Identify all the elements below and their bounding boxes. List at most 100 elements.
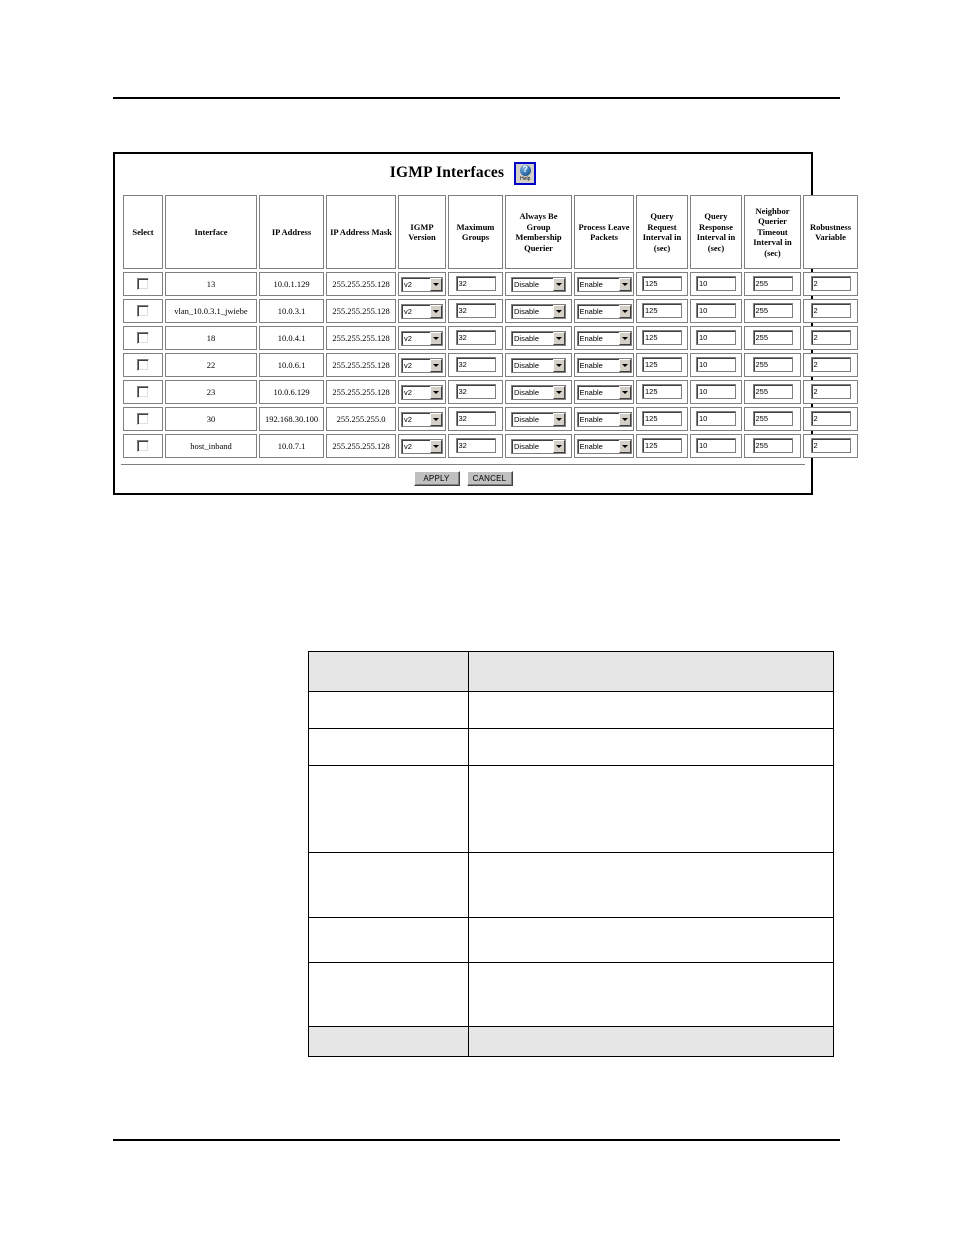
always-be-querier-select[interactable]: Disable <box>511 276 566 292</box>
query-response-interval-input[interactable]: 10 <box>696 410 736 426</box>
chevron-down-icon <box>618 385 631 399</box>
help-button[interactable]: Help <box>514 161 537 185</box>
neighbor-querier-timeout-input[interactable]: 255 <box>752 437 793 453</box>
maximum-groups-input[interactable]: 32 <box>455 437 496 453</box>
always-be-querier-select[interactable]: Disable <box>511 438 566 454</box>
row-select-cell <box>123 407 163 431</box>
always-be-querier-select-cell: Disable <box>505 434 572 458</box>
igmp-version-select-value: v2 <box>404 414 412 424</box>
query-request-interval-input[interactable]: 125 <box>642 275 682 291</box>
col-header-robustness: Robustness Variable <box>803 195 858 269</box>
maximum-groups-input[interactable]: 32 <box>455 410 496 426</box>
maximum-groups-input[interactable]: 32 <box>455 383 496 399</box>
query-response-interval-input[interactable]: 10 <box>696 383 736 399</box>
neighbor-querier-timeout-input[interactable]: 255 <box>752 383 793 399</box>
maximum-groups-input-cell: 32 <box>448 326 503 350</box>
always-be-querier-select[interactable]: Disable <box>511 411 566 427</box>
ip-address: 10.0.6.1 <box>259 353 324 377</box>
row-select-checkbox[interactable] <box>137 359 149 372</box>
ip-address-mask-text: 255.255.255.128 <box>332 441 390 451</box>
always-be-querier-select[interactable]: Disable <box>511 384 566 400</box>
query-response-interval-input[interactable]: 10 <box>696 302 736 318</box>
row-select-checkbox[interactable] <box>137 332 149 345</box>
igmp-version-select[interactable]: v2 <box>401 303 443 319</box>
always-be-querier-select-cell: Disable <box>505 353 572 377</box>
query-request-interval-input-cell: 125 <box>636 380 688 404</box>
neighbor-querier-timeout-input[interactable]: 255 <box>752 356 793 372</box>
maximum-groups-input-cell: 32 <box>448 353 503 377</box>
process-leave-packets-select[interactable]: Enable <box>576 411 632 427</box>
row-select-checkbox[interactable] <box>137 386 149 399</box>
maximum-groups-input[interactable]: 32 <box>455 275 496 291</box>
cancel-button[interactable]: CANCEL <box>466 471 513 486</box>
robustness-variable-input[interactable]: 2 <box>810 383 851 399</box>
robustness-variable-input[interactable]: 2 <box>810 329 851 345</box>
query-response-interval-input[interactable]: 10 <box>696 356 736 372</box>
always-be-querier-select[interactable]: Disable <box>511 303 566 319</box>
neighbor-querier-timeout-input-cell: 255 <box>744 299 801 323</box>
robustness-variable-input[interactable]: 2 <box>810 275 851 291</box>
row-select-checkbox[interactable] <box>137 413 149 426</box>
query-request-interval-input[interactable]: 125 <box>642 302 682 318</box>
page-top-rule <box>113 97 840 99</box>
robustness-variable-input[interactable]: 2 <box>810 410 851 426</box>
apply-button[interactable]: APPLY <box>413 471 460 486</box>
reference-header-cell-b <box>468 651 834 692</box>
neighbor-querier-timeout-input[interactable]: 255 <box>752 410 793 426</box>
process-leave-packets-select[interactable]: Enable <box>576 303 632 319</box>
query-request-interval-input-cell: 125 <box>636 353 688 377</box>
reference-cell-b <box>468 765 834 853</box>
always-be-querier-select-cell: Disable <box>505 326 572 350</box>
query-response-interval-input-cell: 10 <box>690 299 742 323</box>
row-select-checkbox[interactable] <box>137 305 149 318</box>
robustness-variable-input[interactable]: 2 <box>810 437 851 453</box>
ip-address: 10.0.4.1 <box>259 326 324 350</box>
table-row: 30 192.168.30.100 255.255.255.0 v2 32 Disable… <box>123 407 858 431</box>
query-request-interval-input[interactable]: 125 <box>642 356 682 372</box>
igmp-version-select[interactable]: v2 <box>401 330 443 346</box>
process-leave-packets-select[interactable]: Enable <box>576 276 632 292</box>
process-leave-packets-select-value: Enable <box>579 387 603 397</box>
process-leave-packets-select[interactable]: Enable <box>576 330 632 346</box>
query-request-interval-input[interactable]: 125 <box>642 437 682 453</box>
query-request-interval-input[interactable]: 125 <box>642 383 682 399</box>
reference-cell-b <box>468 917 834 963</box>
query-request-interval-input[interactable]: 125 <box>642 410 682 426</box>
query-response-interval-input[interactable]: 10 <box>696 329 736 345</box>
neighbor-querier-timeout-input[interactable]: 255 <box>752 329 793 345</box>
process-leave-packets-select-cell: Enable <box>574 326 634 350</box>
neighbor-querier-timeout-input[interactable]: 255 <box>752 302 793 318</box>
always-be-querier-select[interactable]: Disable <box>511 330 566 346</box>
col-header-max-groups: Maximum Groups <box>448 195 503 269</box>
neighbor-querier-timeout-input[interactable]: 255 <box>752 275 793 291</box>
reference-cell-a <box>308 728 469 766</box>
process-leave-packets-select[interactable]: Enable <box>576 384 632 400</box>
table-row: 22 10.0.6.1 255.255.255.128 v2 32 Disable Enab… <box>123 353 858 377</box>
process-leave-packets-select-cell: Enable <box>574 272 634 296</box>
robustness-variable-input[interactable]: 2 <box>810 356 851 372</box>
igmp-version-select[interactable]: v2 <box>401 276 443 292</box>
process-leave-packets-select[interactable]: Enable <box>576 438 632 454</box>
maximum-groups-input[interactable]: 32 <box>455 329 496 345</box>
process-leave-packets-select[interactable]: Enable <box>576 357 632 373</box>
query-response-interval-input[interactable]: 10 <box>696 275 736 291</box>
igmp-version-select[interactable]: v2 <box>401 357 443 373</box>
row-select-checkbox[interactable] <box>137 440 149 453</box>
chevron-down-icon <box>553 358 565 372</box>
row-select-checkbox[interactable] <box>137 278 149 291</box>
chevron-down-icon <box>553 412 565 426</box>
query-request-interval-input[interactable]: 125 <box>642 329 682 345</box>
query-response-interval-input[interactable]: 10 <box>696 437 736 453</box>
neighbor-querier-timeout-input-cell: 255 <box>744 272 801 296</box>
maximum-groups-input[interactable]: 32 <box>455 356 496 372</box>
igmp-version-select[interactable]: v2 <box>401 411 443 427</box>
igmp-version-select[interactable]: v2 <box>401 438 443 454</box>
robustness-variable-input[interactable]: 2 <box>810 302 851 318</box>
igmp-version-select[interactable]: v2 <box>401 384 443 400</box>
always-be-querier-select-value: Disable <box>514 387 540 397</box>
always-be-querier-select-cell: Disable <box>505 272 572 296</box>
igmp-version-select-cell: v2 <box>398 380 446 404</box>
maximum-groups-input[interactable]: 32 <box>455 302 496 318</box>
igmp-table-body: 13 10.0.1.129 255.255.255.128 v2 32 Disable En… <box>123 272 858 458</box>
always-be-querier-select[interactable]: Disable <box>511 357 566 373</box>
